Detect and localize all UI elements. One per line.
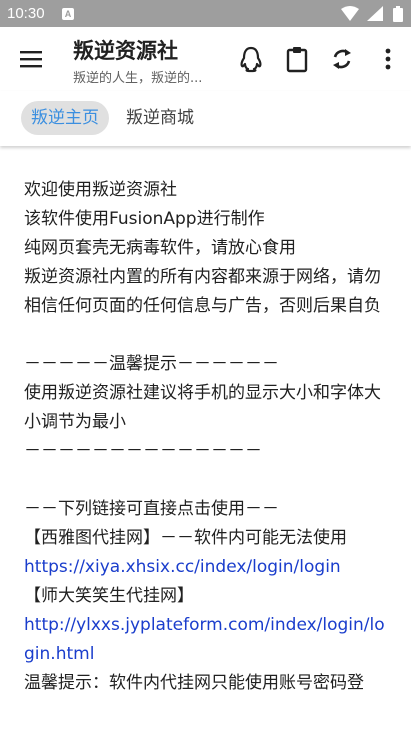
intro-line-3: 纯网页套壳无病毒软件，请放心食用 [24,238,296,258]
refresh-button[interactable] [326,43,358,75]
qq-icon [240,46,262,73]
divider-line: －－－－－－－－－－－－－－ [24,441,262,461]
notification-badge-icon: A [62,8,74,20]
menu-button[interactable] [18,47,44,71]
intro-line-4: 叛逆资源社内置的所有内容都来源于网络，请勿相信任何页面的任何信息与广告，否则后果… [24,267,381,316]
link-xiya[interactable]: https://xiya.xhsix.cc/index/login/login [24,557,341,577]
qq-button[interactable] [235,43,267,75]
intro-line-1: 欢迎使用叛逆资源社 [24,180,177,200]
app-subtitle: 叛逆的人生，叛逆的... [73,71,203,86]
tab-shop[interactable]: 叛逆商城 [116,101,204,135]
tip-text: 使用叛逆资源社建议将手机的显示大小和字体大小调节为最小 [24,383,381,432]
refresh-icon [333,49,351,69]
clipboard-icon [286,47,308,73]
tip-header: －－－－－温馨提示－－－－－－ [24,354,279,374]
final-tip: 温馨提示：软件内代挂网只能使用账号密码登 [24,673,364,693]
menu-icon [20,51,42,68]
wifi-icon [340,6,359,21]
battery-icon [393,6,403,22]
more-vert-icon [385,48,391,70]
app-bar: 叛逆资源社 叛逆的人生，叛逆的... [0,27,411,91]
more-button[interactable] [372,43,404,75]
status-icons [340,6,403,22]
tab-home[interactable]: 叛逆主页 [21,101,109,135]
status-time: 10:30 [7,5,45,22]
link1-label: 【西雅图代挂网】－－软件内可能无法使用 [24,528,347,548]
link-ylxxs[interactable]: http://ylxxs.jyplateform.com/index/login… [24,615,385,664]
status-bar: 10:30 A [0,0,411,27]
page-content: 欢迎使用叛逆资源社 该软件使用FusionApp进行制作 纯网页套壳无病毒软件，… [24,176,394,698]
signal-icon [366,6,383,21]
clipboard-button[interactable] [281,43,313,75]
app-title: 叛逆资源社 [73,39,178,63]
intro-line-2: 该软件使用FusionApp进行制作 [24,209,265,229]
tab-bar: 叛逆主页 叛逆商城 [0,91,411,146]
links-header: －－下列链接可直接点击使用－－ [24,499,279,519]
link2-label: 【师大笑笑生代挂网】 [24,586,194,606]
